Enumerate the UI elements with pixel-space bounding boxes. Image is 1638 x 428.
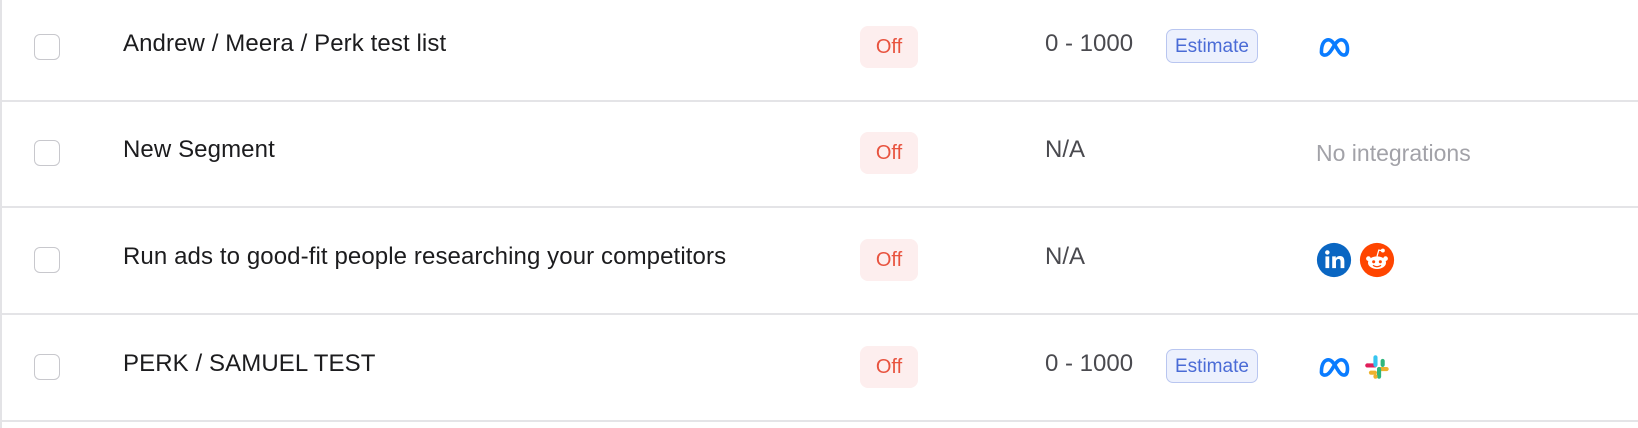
row-checkbox[interactable] [34,34,60,60]
table-row[interactable]: Run ads to good-fit people researching y… [2,209,1638,315]
meta-icon [1316,29,1352,65]
reddit-icon [1359,242,1395,278]
status-badge: Off [860,132,918,174]
integrations-list: No integrations [1316,132,1471,174]
row-checkbox[interactable] [34,354,60,380]
status-badge: Off [860,26,918,68]
audience-size: 0 - 1000 [1045,30,1134,57]
audience-size: 0 - 1000 [1045,350,1134,377]
integrations-list [1316,346,1395,388]
table-row[interactable]: Andrew / Meera / Perk test list Off 0 - … [2,0,1638,102]
segment-name[interactable]: Run ads to good-fit people researching y… [123,243,726,271]
table-row[interactable]: PERK / SAMUEL TEST Off 0 - 1000 Estimate [2,316,1638,422]
no-integrations-text: No integrations [1316,139,1471,166]
segments-table: Andrew / Meera / Perk test list Off 0 - … [0,0,1638,428]
meta-icon [1316,349,1352,385]
table-row[interactable]: New Segment Off N/A No integrations [2,102,1638,208]
audience-size: N/A [1045,136,1086,163]
integrations-list [1316,239,1395,281]
audience-size: N/A [1045,243,1086,270]
status-badge: Off [860,239,918,281]
row-checkbox[interactable] [34,247,60,273]
linkedin-icon [1316,242,1352,278]
status-badge: Off [860,346,918,388]
segment-name[interactable]: Andrew / Meera / Perk test list [123,30,446,58]
slack-icon [1359,349,1395,385]
estimate-badge: Estimate [1166,29,1258,63]
segment-name[interactable]: PERK / SAMUEL TEST [123,350,376,378]
estimate-badge: Estimate [1166,349,1258,383]
integrations-list [1316,26,1352,68]
row-checkbox[interactable] [34,140,60,166]
segment-name[interactable]: New Segment [123,136,275,164]
